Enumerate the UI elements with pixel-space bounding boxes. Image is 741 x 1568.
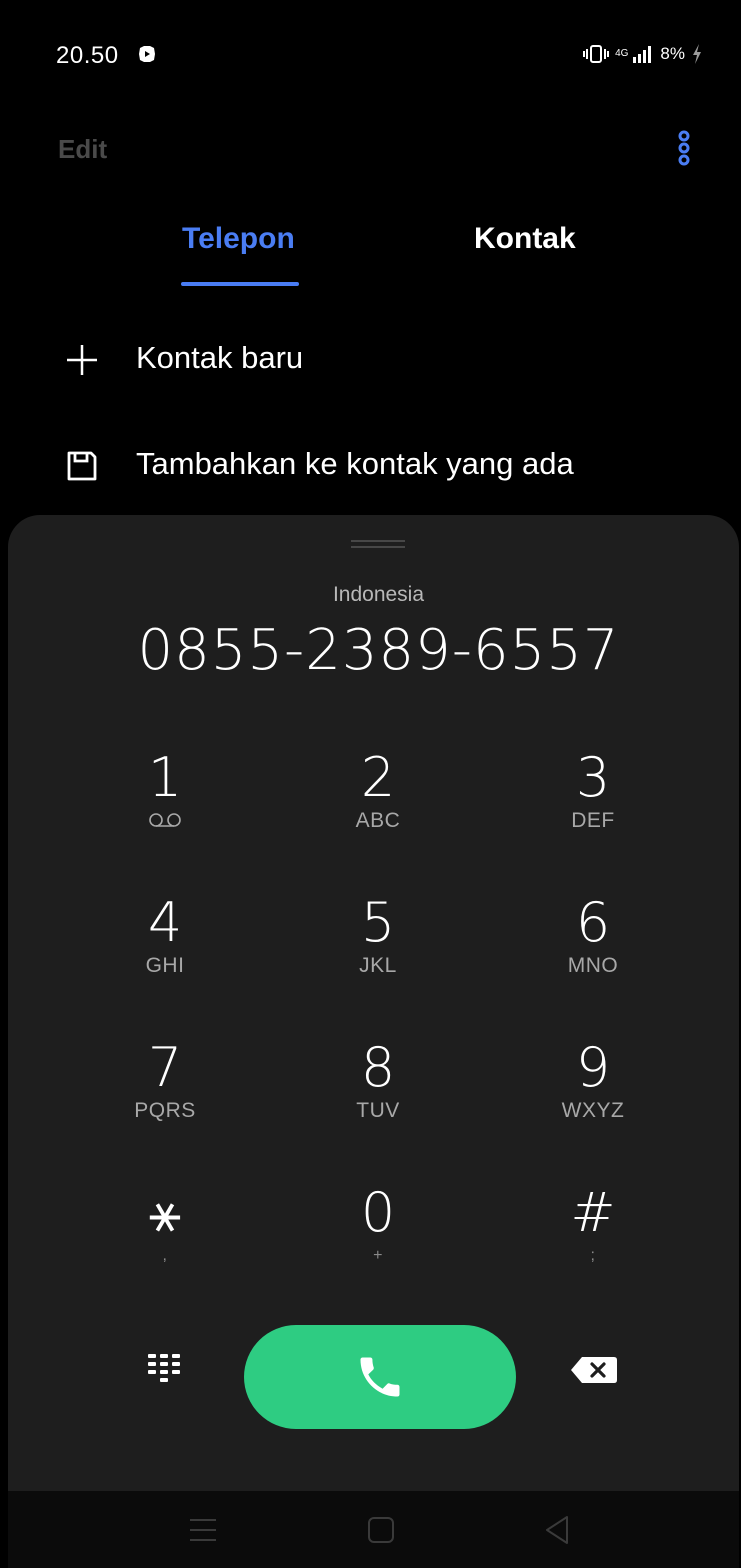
key-letters: MNO — [567, 954, 619, 977]
key-digit: 4 — [147, 891, 183, 954]
country-label: Indonesia — [332, 583, 425, 606]
key-letters: TUV — [356, 1099, 400, 1122]
key-2[interactable]: 2 ABC — [303, 748, 453, 868]
status-bar: 20.50 4G 8% — [8, 8, 739, 100]
key-0[interactable]: 0 + — [303, 1183, 453, 1303]
key-letters: GHI — [145, 954, 185, 977]
call-button[interactable] — [244, 1325, 516, 1429]
key-letters: + — [373, 1247, 383, 1264]
key-3[interactable]: 3 DEF — [518, 748, 668, 868]
new-contact-label: Kontak baru — [136, 340, 304, 375]
dialpad-sheet: Indonesia 0855-2389-6557 1 2 ABC 3 DEF 4… — [8, 515, 739, 1491]
add-to-existing-contact-action[interactable]: Tambahkan ke kontak yang ada — [8, 426, 739, 506]
key-letters: JKL — [359, 954, 397, 977]
key-digit: # — [570, 1181, 616, 1244]
back-icon[interactable] — [540, 1513, 574, 1547]
key-digit: 6 — [575, 891, 611, 954]
key-letters: DEF — [571, 809, 615, 832]
menu-icon[interactable] — [186, 1513, 220, 1547]
drag-handle[interactable] — [351, 539, 405, 549]
key-digit: ⚹ — [148, 1181, 182, 1244]
signal-icon — [633, 46, 652, 63]
backspace-icon[interactable] — [570, 1355, 618, 1385]
key-digit: 7 — [147, 1036, 183, 1099]
edit-button[interactable]: Edit — [58, 134, 107, 165]
key-4[interactable]: 4 GHI — [90, 893, 240, 1013]
keypad-icon[interactable] — [146, 1351, 182, 1387]
key-1[interactable]: 1 — [90, 748, 240, 868]
key-9[interactable]: 9 WXYZ — [518, 1038, 668, 1158]
phone-icon — [360, 1357, 400, 1397]
dialed-number[interactable]: 0855-2389-6557 — [8, 618, 739, 683]
key-hash[interactable]: # ; — [518, 1183, 668, 1303]
charging-icon — [693, 44, 701, 64]
key-8[interactable]: 8 TUV — [303, 1038, 453, 1158]
more-options-icon[interactable] — [670, 130, 698, 166]
save-icon — [67, 451, 97, 481]
key-digit: 3 — [575, 746, 611, 809]
key-letters: , — [162, 1247, 168, 1264]
key-letters: ; — [590, 1247, 596, 1264]
add-to-existing-label: Tambahkan ke kontak yang ada — [136, 446, 574, 481]
app-notification-icon — [139, 46, 155, 62]
status-time: 20.50 — [56, 42, 119, 69]
new-contact-action[interactable]: Kontak baru — [8, 320, 739, 400]
plus-icon — [67, 345, 97, 375]
key-digit: 9 — [575, 1036, 611, 1099]
battery-level: 8% — [660, 44, 685, 63]
key-digit: 8 — [360, 1036, 396, 1099]
navigation-bar — [8, 1491, 739, 1568]
home-icon[interactable] — [364, 1513, 398, 1547]
key-star[interactable]: ⚹ , — [90, 1183, 240, 1303]
tab-telepon[interactable]: Telepon — [182, 222, 295, 256]
key-digit: 1 — [147, 746, 183, 809]
network-type: 4G — [615, 48, 629, 59]
voicemail-icon — [149, 813, 181, 827]
vibrate-icon — [583, 45, 610, 63]
key-digit: 5 — [360, 891, 396, 954]
key-6[interactable]: 6 MNO — [518, 893, 668, 1013]
key-letters: ABC — [355, 809, 401, 832]
active-tab-indicator — [181, 282, 299, 286]
key-letters: WXYZ — [561, 1099, 625, 1122]
key-digit: 0 — [360, 1181, 396, 1244]
key-5[interactable]: 5 JKL — [303, 893, 453, 1013]
key-letters: PQRS — [134, 1099, 196, 1122]
phone-screen: 20.50 4G 8% Edit Telepon Kontak Kontak b… — [8, 8, 739, 1568]
key-digit: 2 — [360, 746, 396, 809]
tab-kontak[interactable]: Kontak — [474, 222, 576, 256]
status-indicators: 4G 8% — [583, 41, 703, 67]
key-7[interactable]: 7 PQRS — [90, 1038, 240, 1158]
